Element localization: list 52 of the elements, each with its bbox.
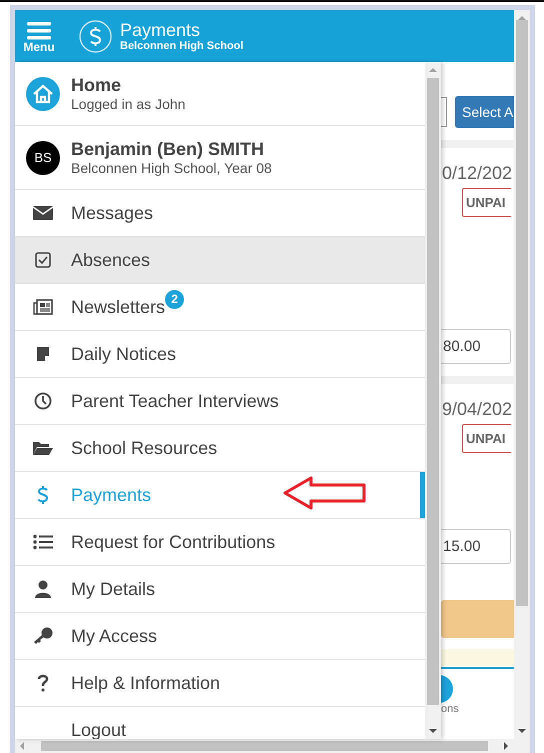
menu-item-title: Benjamin (Ben) SMITH [71,139,266,160]
envelope-icon [33,205,53,221]
dollar-circle-icon [79,20,112,52]
menu-item-label: Request for Contributions [71,532,276,552]
scrollbar-thumb[interactable] [516,20,528,606]
menu-item-label: Daily Notices [71,344,176,364]
status-badge: UNPAI [462,188,512,217]
menu-item-label: Newsletters [71,296,166,318]
scrollbar-thumb[interactable] [41,741,488,751]
menu-item-label: Absences [71,250,150,270]
question-icon [37,674,49,692]
menu-item-label: School Resources [71,438,218,458]
folder-icon [32,440,54,456]
dollar-icon [37,485,49,505]
person-icon [34,580,52,598]
newspaper-icon [33,299,53,315]
menu-item[interactable]: Absences [15,237,425,284]
avatar: BS [26,140,60,174]
list-icon [33,534,53,550]
scroll-down-icon[interactable] [518,729,526,733]
key-icon [33,627,53,645]
sticky-note-icon [35,346,51,362]
page-title: Payments [120,20,202,40]
menu-item-label: Logout [71,720,126,739]
clock-icon [34,392,52,410]
scroll-down-icon[interactable] [429,729,437,733]
amount-field[interactable]: 80.00 [441,329,511,364]
checkbox-icon [35,252,51,268]
menu-icon [27,22,51,40]
menu-item-label: Payments [71,484,152,506]
menu-item-subtitle: Logged in as John [71,96,186,112]
scroll-left-icon[interactable] [20,742,24,750]
scrollbar-thumb[interactable] [427,78,439,705]
payment-date: 0/12/202 [441,163,512,184]
menu-item-label: Help & Information [71,672,220,694]
nav-label: ons [441,703,459,715]
menu-item-label: Messages [71,202,154,224]
status-badge: UNPAI [462,424,512,453]
menu-item-subtitle: Belconnen High School, Year 08 [71,160,272,176]
count-badge: 2 [165,290,184,308]
menu-item-title: Home [71,75,122,96]
menu-item-label: My Details [71,578,156,600]
menu-item-label: My Access [71,626,158,646]
text-field[interactable] [441,97,447,127]
home-icon [26,76,60,110]
scroll-right-icon[interactable] [504,742,508,750]
payment-date: 9/04/202 [441,399,512,420]
select-button[interactable]: Select A [455,96,514,128]
school-name: Belconnen High School [120,40,244,52]
menu-item-label: Parent Teacher Interviews [71,390,279,412]
scroll-up-icon[interactable] [429,68,437,72]
amount-field[interactable]: 15.00 [441,529,511,564]
